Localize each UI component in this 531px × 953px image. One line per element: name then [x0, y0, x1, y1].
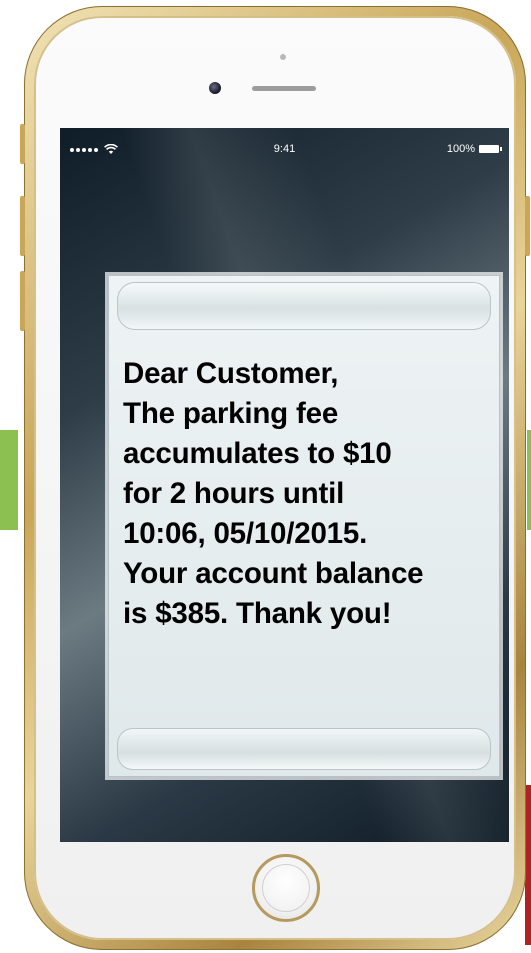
stage: 9:41 100% Dear Customer, The parking fee… [0, 0, 531, 953]
battery-percent: 100% [446, 143, 475, 155]
scroll-top-roll [117, 282, 491, 330]
power-button [525, 196, 530, 256]
side-green-bar [0, 430, 18, 530]
sms-message-text: Dear Customer, The parking fee accumulat… [123, 357, 424, 630]
mute-switch [20, 124, 25, 164]
home-button[interactable] [252, 854, 320, 922]
earpiece-speaker [252, 86, 316, 91]
status-bar: 9:41 100% [60, 128, 509, 168]
phone-frame: 9:41 100% Dear Customer, The parking fee… [20, 6, 530, 950]
scroll-bottom-roll [117, 728, 491, 770]
proximity-sensor [280, 54, 286, 60]
home-button-ring [262, 864, 310, 912]
status-time: 9:41 [273, 143, 296, 155]
volume-down-button [20, 271, 25, 331]
front-camera-icon [209, 82, 221, 94]
side-green-bar-right [527, 430, 531, 530]
phone-face: 9:41 100% Dear Customer, The parking fee… [34, 16, 516, 940]
battery-indicator: 100% [446, 143, 502, 155]
battery-icon [479, 145, 502, 153]
phone-screen: 9:41 100% Dear Customer, The parking fee… [60, 128, 509, 842]
volume-up-button [20, 196, 25, 256]
message-scroll-card: Dear Customer, The parking fee accumulat… [108, 275, 500, 777]
